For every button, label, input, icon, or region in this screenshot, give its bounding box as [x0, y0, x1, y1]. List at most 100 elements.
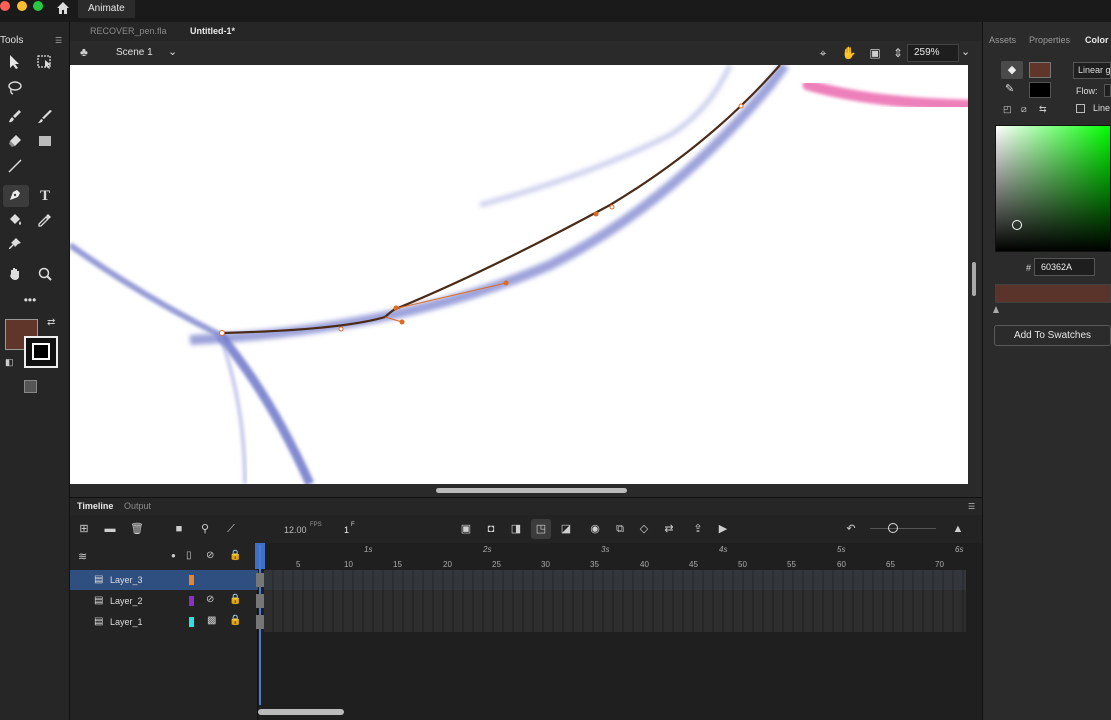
paint-brush-tool-icon[interactable] — [6, 108, 24, 126]
stroke-pencil-icon[interactable]: ✎ — [1005, 82, 1014, 95]
lock-icon[interactable]: 🔒 — [229, 594, 241, 605]
no-color-icon[interactable]: ⧄ — [1021, 104, 1027, 115]
gradient-preview-bar[interactable] — [995, 284, 1111, 303]
tab-assets[interactable]: Assets — [989, 35, 1016, 45]
document-tab-recover[interactable]: RECOVER_pen.fla — [82, 22, 175, 41]
zoom-tool-icon[interactable] — [36, 266, 54, 284]
maximize-window-button[interactable] — [33, 1, 43, 11]
lock-all-icon[interactable]: 🔒 — [229, 550, 241, 561]
keyframe-cell[interactable] — [256, 594, 264, 608]
keyframe-cell[interactable] — [256, 615, 264, 629]
scene-label[interactable]: Scene 1 — [116, 47, 153, 58]
insert-frame-icon[interactable]: ◨ — [508, 521, 524, 537]
edit-multiple-frames-icon[interactable]: ⧉ — [612, 521, 628, 537]
rectangle-tool-icon[interactable] — [36, 133, 54, 151]
frame-size-slider-handle[interactable] — [888, 523, 898, 533]
layer-row-1[interactable]: ▤ Layer_1 ▩ 🔒 — [70, 612, 258, 632]
line-tool-icon[interactable] — [6, 158, 24, 176]
insert-keyframe-icon[interactable]: ▣ — [458, 521, 474, 537]
linear-rgb-checkbox[interactable] — [1076, 104, 1085, 113]
transparent-layer-icon[interactable]: ▩ — [207, 615, 216, 626]
onion-skin-icon[interactable]: ◉ — [587, 521, 603, 537]
rotate-stage-icon[interactable]: ✋ — [841, 45, 857, 61]
tab-properties[interactable]: Properties — [1029, 35, 1070, 45]
selection-tool-icon[interactable] — [6, 54, 24, 72]
tools-panel-menu-icon[interactable]: ☰ — [55, 36, 62, 45]
scene-dropdown-icon[interactable]: ⌄ — [168, 45, 177, 58]
fill-color-chip[interactable] — [1029, 62, 1051, 78]
layer-name[interactable]: Layer_3 — [110, 575, 143, 585]
hidden-eye-icon[interactable]: ⊘ — [206, 594, 214, 605]
free-transform-tool-icon[interactable] — [36, 54, 54, 72]
new-layer-icon[interactable]: ⊞ — [76, 521, 92, 537]
insert-tween-icon[interactable]: ◪ — [558, 521, 574, 537]
stroke-color-chip[interactable] — [1029, 82, 1051, 98]
layer-row-2[interactable]: ▤ Layer_2 ⊘ 🔒 — [70, 591, 258, 611]
fill-bucket-icon[interactable]: ◆ — [1001, 61, 1023, 79]
minimize-window-button[interactable] — [17, 1, 27, 11]
eraser-tool-icon[interactable] — [6, 133, 24, 151]
stage-vertical-scrollbar[interactable] — [972, 262, 976, 296]
stage-horizontal-scrollbar[interactable] — [436, 488, 627, 493]
loop-icon[interactable]: ◇ — [636, 521, 652, 537]
eyedropper-tool-icon[interactable] — [36, 212, 54, 230]
show-hide-all-icon[interactable]: ⊘ — [206, 550, 214, 561]
outline-column-icon[interactable]: ▯ — [186, 550, 192, 561]
highlight-column-icon[interactable]: ● — [171, 551, 176, 560]
zoom-stepper-icon[interactable]: ⇕ — [890, 45, 906, 61]
flow-select[interactable] — [1104, 84, 1111, 97]
export-icon[interactable]: ⇪ — [690, 521, 706, 537]
layer-color-chip[interactable] — [189, 617, 194, 627]
sync-icon[interactable]: ⇄ — [661, 521, 677, 537]
pin-tool-icon[interactable] — [6, 236, 24, 254]
lasso-tool-icon[interactable] — [6, 80, 24, 98]
insert-blank-keyframe-icon[interactable]: ◘ — [483, 521, 499, 537]
close-window-button[interactable] — [0, 1, 10, 11]
graph-icon[interactable]: ⟋ — [223, 521, 239, 537]
clip-content-icon[interactable]: ▣ — [867, 45, 883, 61]
zoom-input[interactable]: 259% — [907, 44, 959, 62]
tab-timeline[interactable]: Timeline — [77, 501, 113, 511]
color-picker-handle[interactable] — [1012, 220, 1022, 230]
center-stage-icon[interactable]: ⌖ — [815, 45, 831, 61]
layer-color-chip[interactable] — [189, 575, 194, 585]
camera-icon[interactable]: ■ — [171, 521, 187, 537]
object-drawing-icon[interactable] — [24, 380, 37, 393]
home-icon[interactable] — [56, 1, 70, 15]
undo-icon[interactable]: ↶ — [843, 521, 859, 537]
paint-bucket-tool-icon[interactable] — [6, 212, 24, 230]
tab-output[interactable]: Output — [124, 501, 151, 511]
add-to-swatches-button[interactable]: Add To Swatches — [994, 325, 1111, 346]
swap-colors-icon[interactable]: ⇄ — [47, 317, 55, 328]
layer-name[interactable]: Layer_1 — [110, 617, 143, 627]
layer-name[interactable]: Layer_2 — [110, 596, 143, 606]
fps-value[interactable]: 12.00 — [284, 525, 307, 535]
workspace-tab-animate[interactable]: Animate — [78, 0, 135, 18]
lock-icon[interactable]: 🔒 — [229, 615, 241, 626]
current-frame-value[interactable]: 1 — [344, 525, 349, 535]
brush-tool-icon[interactable] — [36, 108, 54, 126]
zoom-dropdown-icon[interactable]: ⌄ — [961, 45, 970, 58]
play-button[interactable]: ▶ — [715, 521, 731, 537]
layer-parenting-icon[interactable]: ⚲ — [197, 521, 213, 537]
layer-row-3[interactable]: ▤ Layer_3 — [70, 570, 258, 590]
gradient-type-select[interactable]: Linear g — [1073, 62, 1111, 79]
color-picker-field[interactable] — [995, 125, 1111, 252]
hex-color-input[interactable]: 60362A — [1034, 258, 1095, 276]
new-folder-icon[interactable]: ▬ — [102, 521, 118, 537]
stage-canvas[interactable] — [70, 65, 968, 484]
timeline-menu-icon[interactable]: ☰ — [968, 502, 975, 511]
tab-color[interactable]: Color — [1085, 35, 1109, 45]
pen-tool-icon[interactable] — [6, 187, 24, 205]
text-tool-icon[interactable]: T — [36, 187, 54, 205]
default-colors-icon[interactable]: ◧ — [5, 357, 14, 368]
hand-tool-icon[interactable] — [6, 266, 24, 284]
mountains-icon[interactable]: ▲ — [950, 521, 966, 537]
black-white-icon[interactable]: ◰ — [1003, 104, 1012, 115]
keyframe-cell[interactable] — [256, 573, 264, 587]
auto-keyframe-icon[interactable]: ◳ — [533, 521, 549, 537]
layer-color-chip[interactable] — [189, 596, 194, 606]
swap-color-icon[interactable]: ⇆ — [1039, 104, 1047, 115]
delete-layer-icon[interactable]: 🗑 — [129, 521, 145, 537]
document-tab-untitled[interactable]: Untitled-1* — [182, 22, 243, 41]
